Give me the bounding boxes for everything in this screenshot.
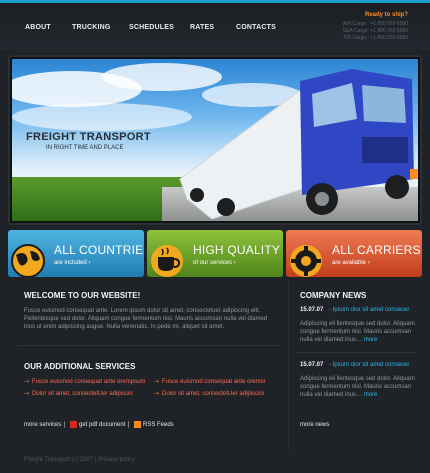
service-link-label: Fusce euismod consequat ante orempsum [32, 379, 146, 385]
air-cargo-phone: AIR Cargo : +1 800 559 6580 [342, 21, 408, 27]
news-date: 15.07.07 [300, 307, 324, 313]
nav-rates[interactable]: RATES [190, 24, 214, 31]
banner-subtitle: of our services › [193, 260, 236, 266]
hero-image: FREIGHT TRANSPORT IN RIGHT TIME AND PLAC… [12, 59, 418, 221]
pdf-link[interactable]: get pdf document [70, 421, 125, 428]
banner-subtitle: are included › [54, 260, 91, 266]
sea-cargo-phone: SEA Cargo: +1 800 559 6580 [342, 28, 408, 34]
service-link[interactable]: ⇢ Dolor sit amet, consectetUer adipiscini [154, 390, 264, 397]
banner-all-carriers[interactable]: ALL CARRIERS are available › [286, 230, 422, 277]
news-headline-link[interactable]: - Ipsum olor sit amet consecer [329, 362, 409, 368]
top-accent-strip [0, 0, 430, 3]
nav-about[interactable]: ABOUT [25, 24, 51, 31]
arrow-right-icon: ⇢ [154, 391, 160, 397]
news-more-link[interactable]: more [364, 392, 378, 398]
contact-box: Ready to ship? AIR Cargo : +1 800 559 65… [343, 12, 408, 42]
separator: | [64, 422, 66, 428]
rss-link-label: RSS Feeds [143, 422, 174, 429]
hero-subtitle: IN RIGHT TIME AND PLACE [46, 145, 124, 151]
arrow-right-icon: ⇢ [24, 391, 30, 397]
welcome-divider [18, 345, 280, 346]
nav-trucking[interactable]: TRUCKING [72, 24, 111, 31]
service-link[interactable]: ⇢ Dolor sit amet, consectetUer adipiscin [24, 390, 133, 397]
header-bar: ABOUT TRUCKING SCHEDULES RATES CONTACTS … [0, 0, 430, 50]
rss-link[interactable]: RSS Feeds [134, 421, 174, 428]
banner-subtitle: are available › [332, 260, 370, 266]
service-link-label: Dolor sit amet, consectetUer adipiscin [32, 391, 133, 397]
pdf-icon [70, 421, 77, 428]
hero-title: FREIGHT TRANSPORT [26, 131, 151, 143]
news-date: 15.07.07 [300, 362, 324, 368]
service-link-label: Fusce euismod consequat ante oremsi [162, 379, 266, 385]
cup-icon [151, 245, 183, 277]
welcome-text: Fusce euismod consequat ante. Lorem ipsu… [24, 308, 268, 330]
welcome-title: WELCOME TO OUR WEBSITE! [24, 291, 141, 300]
news-more-link[interactable]: more [364, 337, 378, 343]
separator: | [128, 422, 130, 428]
more-news-link[interactable]: more news [300, 422, 329, 428]
rss-icon [134, 421, 141, 428]
service-link-label: Dolor sit amet, consectetUer adipiscini [162, 391, 265, 397]
nav-contacts[interactable]: CONTACTS [236, 24, 276, 31]
news-headline-link[interactable]: - Ipsum olor sit amet consecer [329, 307, 409, 313]
column-divider [288, 280, 289, 450]
copyright: Freight Transport (c) 2007 | Privacy pol… [24, 457, 135, 463]
news-text: Adipiscing eli llentesque sed dolor. Ali… [300, 320, 418, 344]
news-body: Adipiscing eli llentesque sed dolor. Ali… [300, 376, 415, 398]
services-title: OUR ADDITIONAL SERVICES [24, 362, 136, 371]
news-text: Adipiscing eli llentesque sed dolor. Ali… [300, 375, 418, 399]
news-title: COMPANY NEWS [300, 291, 367, 300]
tir-cargo-phone: TIR Cargo : +1 800 559 6580 [343, 35, 408, 41]
news-divider [296, 352, 416, 353]
arrow-right-icon: ⇢ [154, 379, 160, 385]
banner-title: ALL CARRIERS [332, 243, 421, 257]
ship-title: Ready to ship? [364, 12, 408, 18]
banner-title: ALL COUNTRIES [54, 243, 144, 257]
globe-icon [11, 244, 45, 277]
banner-high-quality[interactable]: HIGH QUALITY of our services › [147, 230, 283, 277]
gear-icon [290, 245, 322, 277]
more-services-link[interactable]: more services [24, 422, 61, 428]
hero-frame: FREIGHT TRANSPORT IN RIGHT TIME AND PLAC… [8, 55, 422, 225]
pdf-link-label: get pdf document [79, 422, 126, 429]
service-link[interactable]: ⇢ Fusce euismod consequat ante orempsum [24, 378, 145, 385]
service-link[interactable]: ⇢ Fusce euismod consequat ante oremsi [154, 378, 265, 385]
banner-all-countries[interactable]: ALL COUNTRIES are included › [8, 230, 144, 277]
banner-title: HIGH QUALITY [193, 243, 281, 257]
arrow-right-icon: ⇢ [24, 379, 30, 385]
news-body: Adipiscing eli llentesque sed dolor. Ali… [300, 321, 415, 343]
nav-schedules[interactable]: SCHEDULES [129, 24, 174, 31]
